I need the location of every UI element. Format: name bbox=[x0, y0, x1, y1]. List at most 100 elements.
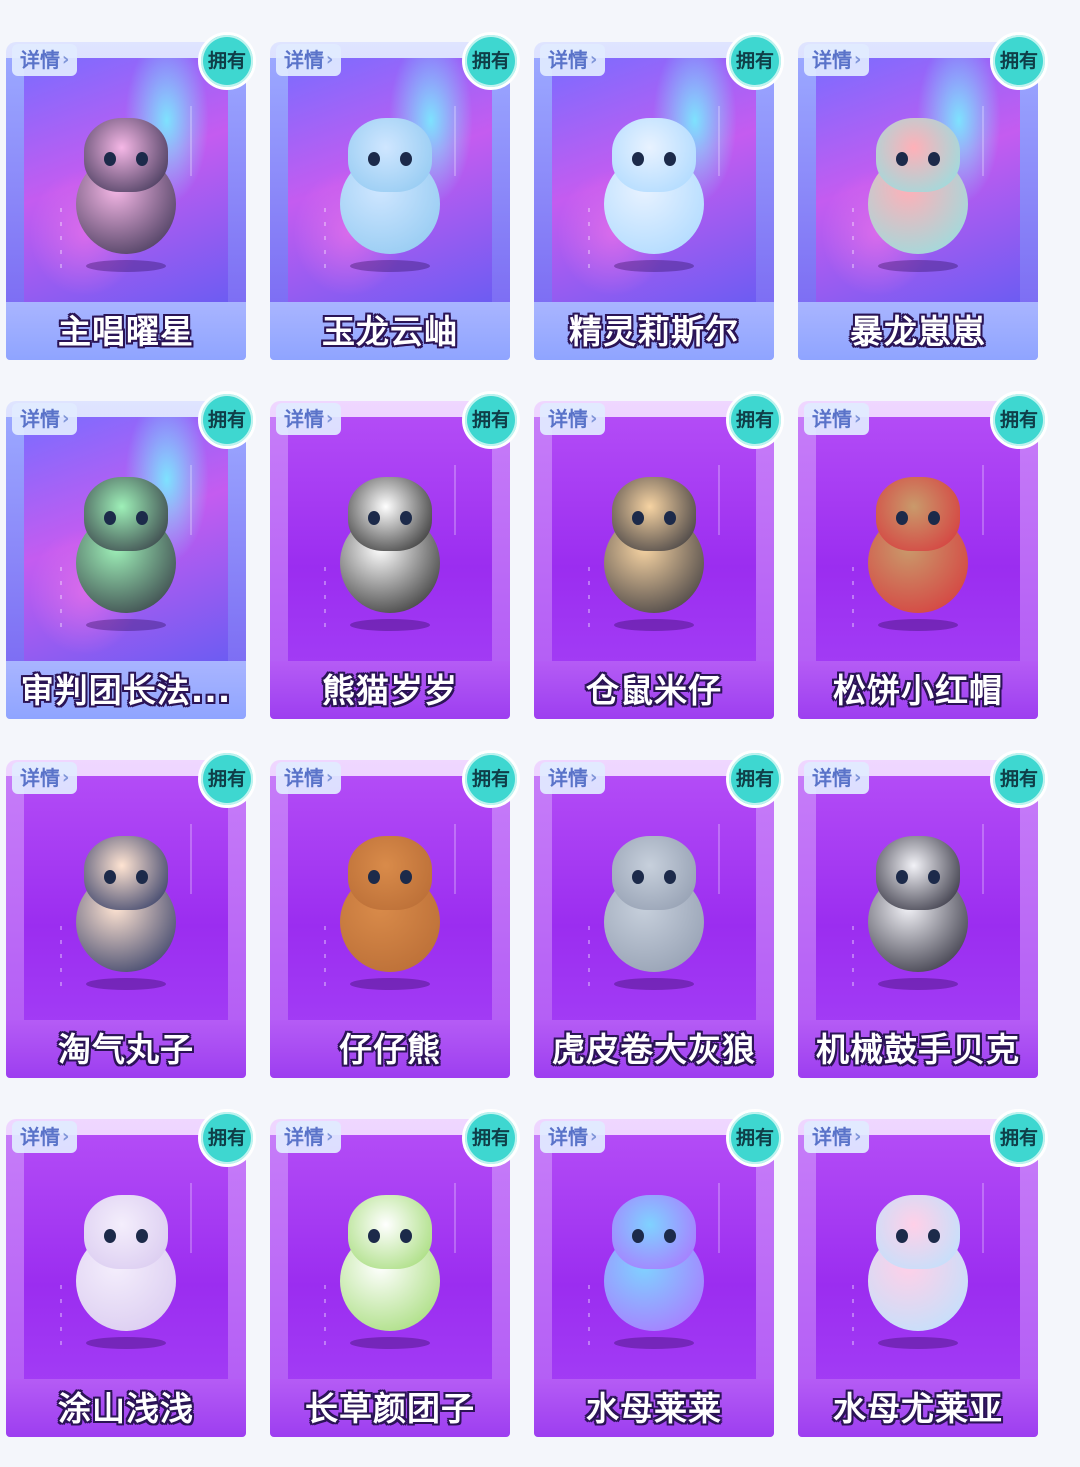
owned-badge: 拥有 bbox=[198, 32, 256, 90]
character-name: 水母尤莱亚 bbox=[833, 1389, 1003, 1428]
detail-label: 详情 bbox=[548, 407, 588, 431]
detail-button[interactable]: 详情 › bbox=[276, 1121, 342, 1153]
chevron-right-icon: › bbox=[590, 767, 598, 788]
detail-label: 详情 bbox=[20, 1125, 60, 1149]
owned-badge: 拥有 bbox=[990, 1109, 1048, 1167]
character-name: 水母莱莱 bbox=[586, 1389, 722, 1428]
detail-button[interactable]: 详情 › bbox=[804, 762, 870, 794]
character-figure bbox=[56, 473, 196, 633]
character-name: 审判团长法... bbox=[20, 671, 232, 710]
character-name: 熊猫岁岁 bbox=[322, 671, 458, 710]
collection-card[interactable]: 详情 › 拥有 审判团长法... bbox=[6, 391, 256, 721]
collection-grid: 详情 › 拥有 主唱曜星 详情 › 拥有 玉龙云岫 详情 › 拥有 精灵莉斯尔 … bbox=[0, 0, 1080, 1467]
chevron-right-icon: › bbox=[62, 49, 70, 70]
owned-badge: 拥有 bbox=[462, 391, 520, 449]
character-figure bbox=[848, 114, 988, 274]
detail-button[interactable]: 详情 › bbox=[540, 403, 606, 435]
character-name: 精灵莉斯尔 bbox=[569, 312, 739, 351]
character-figure bbox=[320, 114, 460, 274]
collection-card[interactable]: 详情 › 拥有 玉龙云岫 bbox=[270, 32, 520, 362]
character-figure bbox=[584, 1191, 724, 1351]
owned-badge: 拥有 bbox=[198, 1109, 256, 1167]
detail-label: 详情 bbox=[812, 766, 852, 790]
character-name: 仓鼠米仔 bbox=[586, 671, 722, 710]
owned-badge: 拥有 bbox=[462, 32, 520, 90]
chevron-right-icon: › bbox=[326, 767, 334, 788]
character-figure bbox=[848, 832, 988, 992]
detail-label: 详情 bbox=[548, 766, 588, 790]
detail-label: 详情 bbox=[20, 407, 60, 431]
owned-badge: 拥有 bbox=[462, 1109, 520, 1167]
chevron-right-icon: › bbox=[326, 49, 334, 70]
owned-badge: 拥有 bbox=[198, 391, 256, 449]
owned-badge: 拥有 bbox=[726, 750, 784, 808]
chevron-right-icon: › bbox=[854, 767, 862, 788]
collection-card[interactable]: 详情 › 拥有 仓鼠米仔 bbox=[534, 391, 784, 721]
character-name: 玉龙云岫 bbox=[322, 312, 458, 351]
chevron-right-icon: › bbox=[326, 1126, 334, 1147]
detail-label: 详情 bbox=[284, 766, 324, 790]
detail-button[interactable]: 详情 › bbox=[804, 403, 870, 435]
chevron-right-icon: › bbox=[62, 408, 70, 429]
collection-card[interactable]: 详情 › 拥有 虎皮卷大灰狼 bbox=[534, 750, 784, 1080]
detail-button[interactable]: 详情 › bbox=[804, 44, 870, 76]
collection-card[interactable]: 详情 › 拥有 熊猫岁岁 bbox=[270, 391, 520, 721]
owned-badge: 拥有 bbox=[726, 391, 784, 449]
detail-label: 详情 bbox=[284, 48, 324, 72]
character-figure bbox=[584, 832, 724, 992]
collection-card[interactable]: 详情 › 拥有 长草颜团子 bbox=[270, 1109, 520, 1439]
detail-button[interactable]: 详情 › bbox=[12, 44, 78, 76]
detail-button[interactable]: 详情 › bbox=[276, 762, 342, 794]
detail-button[interactable]: 详情 › bbox=[540, 44, 606, 76]
character-figure bbox=[56, 832, 196, 992]
chevron-right-icon: › bbox=[854, 49, 862, 70]
detail-label: 详情 bbox=[284, 1125, 324, 1149]
character-figure bbox=[848, 1191, 988, 1351]
detail-label: 详情 bbox=[20, 48, 60, 72]
detail-button[interactable]: 详情 › bbox=[276, 44, 342, 76]
detail-label: 详情 bbox=[812, 1125, 852, 1149]
detail-button[interactable]: 详情 › bbox=[12, 762, 78, 794]
chevron-right-icon: › bbox=[326, 408, 334, 429]
character-figure bbox=[584, 473, 724, 633]
chevron-right-icon: › bbox=[854, 408, 862, 429]
detail-label: 详情 bbox=[20, 766, 60, 790]
owned-badge: 拥有 bbox=[726, 32, 784, 90]
detail-label: 详情 bbox=[548, 1125, 588, 1149]
character-name: 仔仔熊 bbox=[339, 1030, 441, 1069]
detail-button[interactable]: 详情 › bbox=[804, 1121, 870, 1153]
character-name: 淘气丸子 bbox=[58, 1030, 194, 1069]
collection-card[interactable]: 详情 › 拥有 涂山浅浅 bbox=[6, 1109, 256, 1439]
collection-card[interactable]: 详情 › 拥有 松饼小红帽 bbox=[798, 391, 1048, 721]
chevron-right-icon: › bbox=[854, 1126, 862, 1147]
detail-button[interactable]: 详情 › bbox=[540, 762, 606, 794]
chevron-right-icon: › bbox=[590, 1126, 598, 1147]
collection-card[interactable]: 详情 › 拥有 淘气丸子 bbox=[6, 750, 256, 1080]
collection-card[interactable]: 详情 › 拥有 暴龙崽崽 bbox=[798, 32, 1048, 362]
collection-card[interactable]: 详情 › 拥有 仔仔熊 bbox=[270, 750, 520, 1080]
detail-button[interactable]: 详情 › bbox=[12, 1121, 78, 1153]
character-figure bbox=[56, 1191, 196, 1351]
detail-button[interactable]: 详情 › bbox=[540, 1121, 606, 1153]
character-name: 松饼小红帽 bbox=[833, 671, 1003, 710]
detail-label: 详情 bbox=[812, 407, 852, 431]
character-figure bbox=[848, 473, 988, 633]
detail-button[interactable]: 详情 › bbox=[276, 403, 342, 435]
collection-card[interactable]: 详情 › 拥有 水母莱莱 bbox=[534, 1109, 784, 1439]
owned-badge: 拥有 bbox=[462, 750, 520, 808]
character-name: 虎皮卷大灰狼 bbox=[552, 1030, 756, 1069]
owned-badge: 拥有 bbox=[198, 750, 256, 808]
detail-button[interactable]: 详情 › bbox=[12, 403, 78, 435]
character-name: 主唱曜星 bbox=[58, 312, 194, 351]
character-figure bbox=[320, 473, 460, 633]
chevron-right-icon: › bbox=[590, 49, 598, 70]
owned-badge: 拥有 bbox=[726, 1109, 784, 1167]
character-name: 涂山浅浅 bbox=[58, 1389, 194, 1428]
collection-card[interactable]: 详情 › 拥有 主唱曜星 bbox=[6, 32, 256, 362]
character-figure bbox=[320, 832, 460, 992]
character-name: 暴龙崽崽 bbox=[850, 312, 986, 351]
collection-card[interactable]: 详情 › 拥有 水母尤莱亚 bbox=[798, 1109, 1048, 1439]
collection-card[interactable]: 详情 › 拥有 精灵莉斯尔 bbox=[534, 32, 784, 362]
character-figure bbox=[56, 114, 196, 274]
collection-card[interactable]: 详情 › 拥有 机械鼓手贝克 bbox=[798, 750, 1048, 1080]
